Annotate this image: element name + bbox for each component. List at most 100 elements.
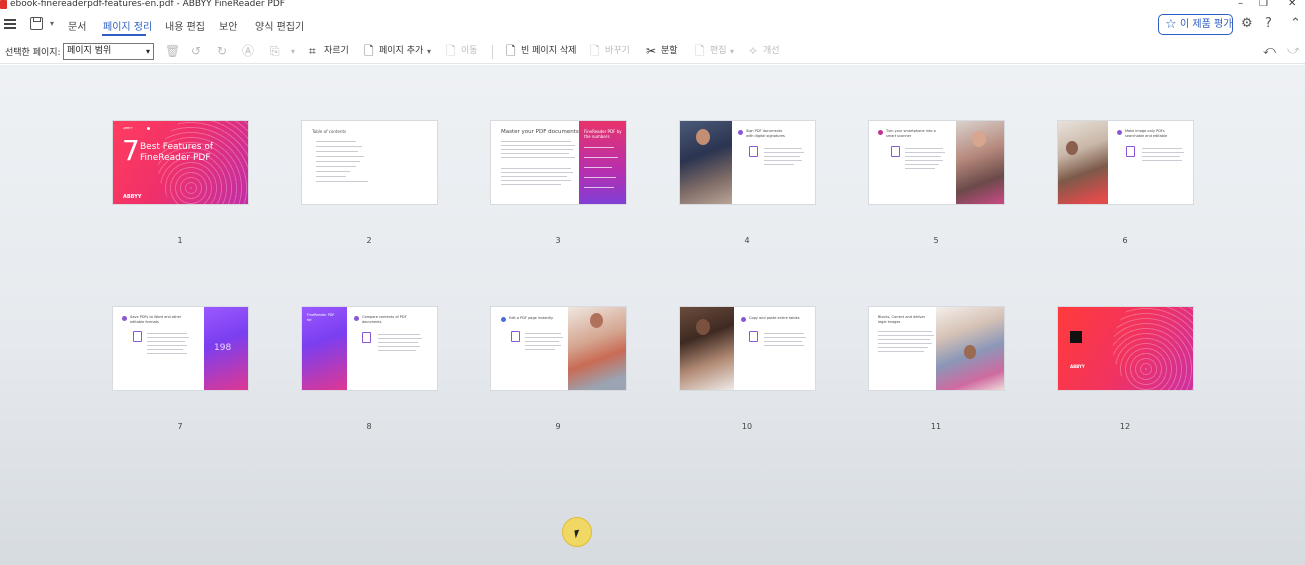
page-thumbnail-7[interactable]: Save PDFs to Word and other editable for… [112,306,249,391]
text-line [525,333,561,334]
add-page-caret-icon[interactable]: ▾ [427,47,431,56]
copy-pages-icon[interactable]: ⎘ [270,44,280,58]
page-number-10: 10 [741,422,753,431]
text-line [1142,156,1180,157]
woman-portrait-photo [680,307,734,390]
text-line [878,339,930,340]
page-thumbnail-3[interactable]: Master your PDF documents FineReader PDF… [490,120,627,205]
page-thumbnail-12[interactable]: ABBYY [1057,306,1194,391]
page-range-select[interactable]: 페이지 범위 ▾ [63,43,154,60]
text-line [1142,160,1182,161]
document-icon [749,146,758,157]
text-line [764,337,806,338]
feature-badge [738,130,743,135]
page-number-3: 3 [555,236,561,245]
text-line [501,180,571,181]
edit-icon: 🗋 [695,44,705,58]
text-line [1142,152,1184,153]
page-thumbnail-9[interactable]: Edit a PDF page instantly [490,306,627,391]
hamburger-menu-icon[interactable] [4,19,16,29]
page-number-11: 11 [930,422,942,431]
undo-icon[interactable]: ⤺ [1263,43,1276,57]
save-icon[interactable] [30,17,43,30]
feature-title: Edit a PDF page instantly [509,316,554,320]
ocr-icon[interactable]: Ⓐ [242,44,254,58]
text-line [316,146,362,147]
page-title-text: Master your PDF documents [501,129,579,135]
move-label: 이동 [461,46,478,56]
tab-document[interactable]: 문서 [68,18,86,33]
title-bar: ebook-finereaderpdf-features-en.pdf - AB… [0,0,1305,10]
text-line [878,347,928,348]
copy-pages-caret-icon[interactable]: ▾ [291,47,295,56]
gear-icon[interactable]: ⚙ [1241,17,1253,31]
stat-number: 198 [214,343,232,353]
page-number-12: 12 [1119,422,1131,431]
split-label: 분할 [661,46,678,56]
tab-organize-pages[interactable]: 페이지 정리 [103,18,152,33]
save-dropdown-caret-icon[interactable]: ▾ [50,19,54,28]
replace-label: 바꾸기 [605,46,630,56]
text-line [316,171,350,172]
text-line [525,345,561,346]
edit-caret-icon[interactable]: ▾ [730,47,734,56]
page-number-6: 6 [1122,236,1128,245]
restore-button[interactable]: ❐ [1259,0,1268,9]
add-page-label: 페이지 추가 [379,46,424,56]
text-line [147,353,187,354]
text-line [147,341,185,342]
text-line [501,184,561,185]
redo-icon[interactable]: ⤻ [1287,43,1300,57]
blank-page-icon: 🗋 [506,44,516,58]
page-thumbnail-10[interactable]: Copy and paste entire tables [679,306,816,391]
page-thumbnail-1[interactable]: ABBYY 7 Best Features of FineReader PDF … [112,120,249,205]
text-line [147,333,187,334]
text-line [378,342,418,343]
gradient-sidebar: FineReader PDF for [302,307,347,390]
text-line [1142,148,1182,149]
help-icon[interactable]: ? [1265,17,1272,31]
feature-title: Copy and paste entire tables [749,316,800,320]
page-thumbnail-6[interactable]: Make image-only PDFs searchable and edit… [1057,120,1194,205]
page-thumbnail-5[interactable]: Turn your smartphone into a smart scanne… [868,120,1005,205]
text-line [764,160,802,161]
text-line [501,153,569,154]
text-line [316,151,358,152]
text-line [501,172,573,173]
document-icon [511,331,520,342]
rate-product-button[interactable]: ☆ 이 제품 평가 [1158,14,1233,35]
text-line [764,148,802,149]
stats-sidebar: 198 [204,307,248,390]
tab-edit-content[interactable]: 내용 편집 [165,18,205,33]
rotate-right-icon[interactable]: ↻ [217,44,227,58]
edit-label: 편집 [710,46,727,56]
feature-title: Turn your smartphone into a smart scanne… [886,129,936,138]
trash-icon[interactable]: 🗑 [165,44,180,58]
team-meeting-photo [936,307,1004,390]
feature-badge [122,316,127,321]
office-people-photo [1058,121,1108,204]
tab-form-editor[interactable]: 양식 편집기 [255,18,304,33]
close-button[interactable]: ✕ [1288,0,1296,9]
text-line [147,337,189,338]
text-line [501,168,571,169]
document-icon [749,331,758,342]
tab-security[interactable]: 보안 [219,18,237,33]
page-thumbnail-8[interactable]: FineReader PDF for Compare contents of P… [301,306,438,391]
text-line [378,346,420,347]
minimize-button[interactable]: – [1238,0,1243,9]
rotate-left-icon[interactable]: ↺ [191,44,201,58]
add-page-icon: 🗋 [364,44,374,58]
text-line [378,334,420,335]
magic-wand-icon: ✧ [748,44,759,58]
text-line [147,349,183,350]
back-cover-swirl-graphic [1113,307,1193,390]
chevron-up-icon[interactable]: ⌃ [1290,17,1301,31]
text-line [525,341,559,342]
page-thumbnail-4[interactable]: Sign PDF documents with digital signatur… [679,120,816,205]
page-thumbnail-11[interactable]: Blocks, Correct and deliver legal images [868,306,1005,391]
page-thumbnail-2[interactable]: Table of contents [301,120,438,205]
text-line [501,145,575,146]
text-line [878,343,932,344]
scissors-icon: ✂ [646,44,657,58]
